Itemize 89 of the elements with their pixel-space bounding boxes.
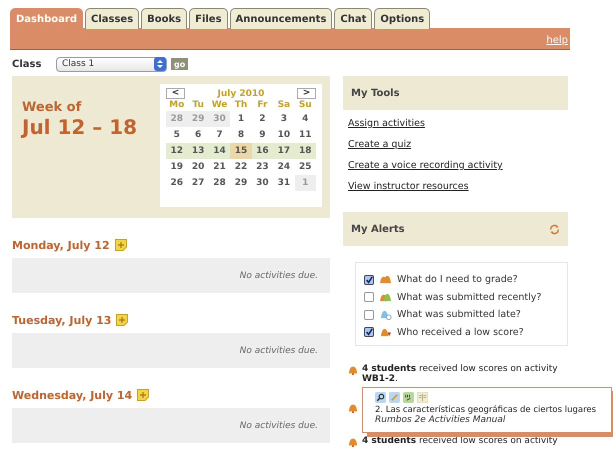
prev-month-button[interactable]: < bbox=[166, 88, 185, 99]
weekday-label: Mo bbox=[168, 99, 186, 111]
bell-icon bbox=[348, 437, 358, 447]
calendar-day[interactable]: 8 bbox=[230, 127, 252, 143]
stepper-icon bbox=[154, 57, 166, 71]
tool-link[interactable]: Create a quiz bbox=[348, 139, 412, 150]
tab[interactable]: Announcements bbox=[230, 8, 332, 29]
calendar-day[interactable]: 9 bbox=[252, 127, 274, 143]
refresh-icon[interactable] bbox=[549, 224, 560, 234]
panel-title: My Alerts bbox=[351, 224, 405, 234]
weekday-label: Th bbox=[234, 99, 248, 111]
tab[interactable]: Books bbox=[141, 8, 188, 29]
calendar-day[interactable]: 21 bbox=[208, 159, 230, 175]
day-heading: Wednesday, July 14 bbox=[12, 388, 132, 402]
calendar-day[interactable]: 4 bbox=[294, 111, 316, 127]
weekday-label: We bbox=[210, 99, 228, 111]
checkbox[interactable] bbox=[364, 310, 374, 320]
panel-title: My Tools bbox=[351, 88, 400, 98]
calendar-day[interactable]: 22 bbox=[230, 159, 252, 175]
checkbox[interactable] bbox=[364, 274, 374, 285]
add-note-icon[interactable] bbox=[137, 389, 150, 401]
week-range: Jul 12 – 18 bbox=[22, 115, 138, 139]
calendar-day[interactable]: 29 bbox=[230, 175, 252, 191]
filter-label: What was submitted late? bbox=[397, 309, 521, 320]
calendar-day[interactable]: 18 bbox=[294, 143, 316, 159]
calendar-day[interactable]: 14 bbox=[208, 143, 230, 159]
calendar-day[interactable]: 5 bbox=[166, 127, 188, 143]
tool-link[interactable]: View instructor resources bbox=[348, 181, 469, 192]
filter-label: What was submitted recently? bbox=[397, 292, 542, 303]
activity-source: Rumbos 2e Activities Manual bbox=[375, 415, 506, 425]
add-note-icon[interactable] bbox=[116, 314, 128, 326]
day-heading: Monday, July 12 bbox=[12, 238, 110, 252]
activity-title[interactable]: 2. Las características geográficas de ciertos lugares bbox=[375, 405, 596, 415]
calendar-day[interactable]: 23 bbox=[252, 159, 274, 175]
calendar-day[interactable]: 30 bbox=[252, 175, 274, 191]
class-dropdown[interactable]: Class 1 bbox=[56, 56, 167, 72]
empty-message: No activities due. bbox=[240, 270, 318, 280]
calendar-day[interactable]: 27 bbox=[187, 175, 209, 191]
alert-message: 4 students received low scores on activity bbox=[362, 436, 559, 447]
bell-icon bbox=[348, 365, 358, 375]
tool-link[interactable]: Assign activities bbox=[348, 118, 425, 129]
calendar-day[interactable]: 26 bbox=[166, 175, 188, 191]
week-caption: Week of bbox=[22, 100, 82, 115]
bells-icon bbox=[379, 292, 392, 303]
month-title: July 2010 bbox=[218, 88, 264, 98]
weekday-label: Tu bbox=[191, 99, 205, 111]
calendar-day[interactable]: 16 bbox=[252, 143, 274, 159]
weekday-label: Su bbox=[298, 99, 313, 111]
calendar-day[interactable]: 28 bbox=[208, 175, 230, 191]
empty-message: No activities due. bbox=[240, 420, 318, 430]
calendar-day[interactable]: 1 bbox=[230, 111, 252, 127]
filter-label: What do I need to grade? bbox=[397, 274, 518, 286]
filter-label: Who received a low score? bbox=[397, 326, 524, 338]
score-icon[interactable] bbox=[403, 392, 414, 403]
search-icon[interactable] bbox=[375, 392, 386, 403]
day-heading: Tuesday, July 13 bbox=[12, 314, 112, 326]
calendar-day[interactable]: 31 bbox=[273, 175, 295, 191]
tab[interactable]: Options bbox=[374, 8, 430, 29]
tab[interactable]: Files bbox=[189, 8, 228, 29]
alert-message: 4 students received low scores on activity WB1-2. bbox=[362, 364, 559, 384]
checkbox[interactable] bbox=[364, 292, 374, 302]
bell-icon bbox=[348, 403, 358, 413]
weekday-label: Fr bbox=[256, 99, 268, 111]
calendar-day[interactable]: 7 bbox=[208, 127, 230, 143]
weekday-label: Sa bbox=[276, 99, 292, 111]
calendar-day[interactable]: 3 bbox=[273, 111, 295, 127]
bells-icon bbox=[379, 274, 392, 286]
tool-link[interactable]: Create a voice recording activity bbox=[348, 160, 503, 171]
bell-clock-icon bbox=[379, 309, 392, 320]
calendar-day[interactable]: 19 bbox=[166, 159, 188, 175]
calendar-day[interactable]: 24 bbox=[273, 159, 295, 175]
calendar-day[interactable]: 17 bbox=[273, 143, 295, 159]
checkbox[interactable] bbox=[364, 327, 374, 338]
calendar-day[interactable]: 11 bbox=[294, 127, 316, 143]
calendar-day[interactable]: 25 bbox=[294, 159, 316, 175]
calendar-day[interactable]: 15 bbox=[230, 143, 252, 159]
class-label: Class bbox=[12, 58, 42, 70]
calendar-day[interactable]: 13 bbox=[187, 143, 209, 159]
tab[interactable]: Chat bbox=[334, 8, 372, 29]
calendar-day[interactable]: 12 bbox=[166, 143, 188, 159]
next-month-button[interactable]: > bbox=[296, 88, 316, 99]
bell-arrow-icon bbox=[379, 326, 392, 338]
calendar-day[interactable]: 2 bbox=[252, 111, 274, 127]
calendar-day[interactable]: 10 bbox=[273, 127, 295, 143]
empty-message: No activities due. bbox=[240, 346, 318, 356]
add-note-icon[interactable] bbox=[114, 239, 127, 251]
tab[interactable]: Classes bbox=[85, 8, 140, 29]
calendar-day[interactable]: 6 bbox=[187, 127, 209, 143]
calendar-day[interactable]: 20 bbox=[187, 159, 209, 175]
